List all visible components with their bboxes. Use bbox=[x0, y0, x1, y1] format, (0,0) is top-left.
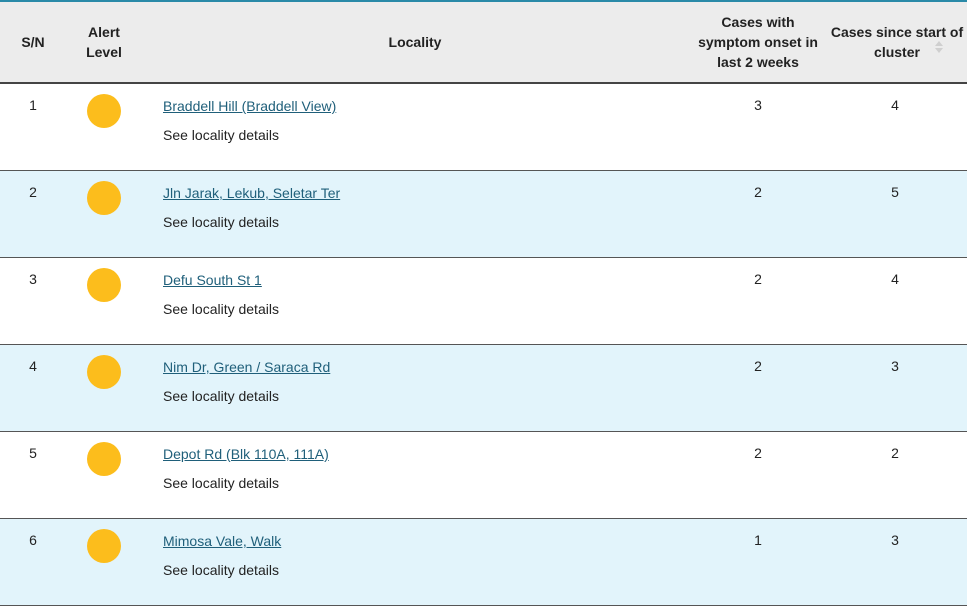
sort-icon[interactable] bbox=[935, 41, 943, 55]
table-row: 4 Nim Dr, Green / Saraca Rd See locality d… bbox=[0, 345, 967, 432]
table-row: 5 Depot Rd (Blk 110A, 111A) See locality d… bbox=[0, 432, 967, 519]
locality-link[interactable]: Jln Jarak, Lekub, Seletar Ter bbox=[163, 185, 340, 201]
header-cases-since-start[interactable]: Cases since start of cluster bbox=[830, 2, 964, 82]
table-row: 1 Braddell Hill (Braddell View) See locali… bbox=[0, 84, 967, 171]
locality-link[interactable]: Mimosa Vale, Walk bbox=[163, 533, 281, 549]
row-sn: 1 bbox=[29, 97, 37, 113]
locality-link[interactable]: Nim Dr, Green / Saraca Rd bbox=[163, 359, 330, 375]
see-locality-details-link[interactable]: See locality details bbox=[163, 562, 279, 578]
header-sn[interactable]: S/N bbox=[0, 2, 66, 82]
row-cases-since-start: 5 bbox=[891, 184, 899, 200]
locality-link[interactable]: Depot Rd (Blk 110A, 111A) bbox=[163, 446, 329, 462]
row-sn: 4 bbox=[29, 358, 37, 374]
table-body: 1 Braddell Hill (Braddell View) See locali… bbox=[0, 84, 967, 606]
header-cases-since-start-label: Cases since start of cluster bbox=[830, 24, 964, 60]
table-row: 3 Defu South St 1 See locality details 2 4 bbox=[0, 258, 967, 345]
alert-level-indicator bbox=[87, 268, 121, 302]
alert-level-indicator bbox=[87, 529, 121, 563]
row-cases-since-start: 2 bbox=[891, 445, 899, 461]
row-cases-since-start: 4 bbox=[891, 271, 899, 287]
row-cases-2-weeks: 3 bbox=[754, 97, 762, 113]
alert-level-indicator bbox=[87, 94, 121, 128]
locality-link[interactable]: Braddell Hill (Braddell View) bbox=[163, 98, 336, 114]
alert-level-indicator bbox=[87, 181, 121, 215]
alert-level-indicator bbox=[87, 355, 121, 389]
header-locality[interactable]: Locality bbox=[150, 2, 680, 82]
row-cases-2-weeks: 1 bbox=[754, 532, 762, 548]
header-cases-2-weeks[interactable]: Cases with symptom onset in last 2 weeks bbox=[690, 2, 826, 82]
see-locality-details-link[interactable]: See locality details bbox=[163, 214, 279, 230]
see-locality-details-link[interactable]: See locality details bbox=[163, 388, 279, 404]
see-locality-details-link[interactable]: See locality details bbox=[163, 475, 279, 491]
row-cases-since-start: 3 bbox=[891, 532, 899, 548]
see-locality-details-link[interactable]: See locality details bbox=[163, 127, 279, 143]
row-sn: 5 bbox=[29, 445, 37, 461]
table-row: 6 Mimosa Vale, Walk See locality details 1 3 bbox=[0, 519, 967, 606]
table-header: S/N Alert Level Locality Cases with symp… bbox=[0, 2, 967, 84]
header-alert-level[interactable]: Alert Level bbox=[70, 2, 138, 82]
row-cases-since-start: 3 bbox=[891, 358, 899, 374]
see-locality-details-link[interactable]: See locality details bbox=[163, 301, 279, 317]
row-cases-2-weeks: 2 bbox=[754, 358, 762, 374]
row-cases-2-weeks: 2 bbox=[754, 184, 762, 200]
row-cases-since-start: 4 bbox=[891, 97, 899, 113]
cluster-table: S/N Alert Level Locality Cases with symp… bbox=[0, 0, 967, 606]
row-cases-2-weeks: 2 bbox=[754, 271, 762, 287]
locality-link[interactable]: Defu South St 1 bbox=[163, 272, 262, 288]
row-cases-2-weeks: 2 bbox=[754, 445, 762, 461]
row-sn: 6 bbox=[29, 532, 37, 548]
table-row: 2 Jln Jarak, Lekub, Seletar Ter See locali… bbox=[0, 171, 967, 258]
alert-level-indicator bbox=[87, 442, 121, 476]
row-sn: 2 bbox=[29, 184, 37, 200]
row-sn: 3 bbox=[29, 271, 37, 287]
